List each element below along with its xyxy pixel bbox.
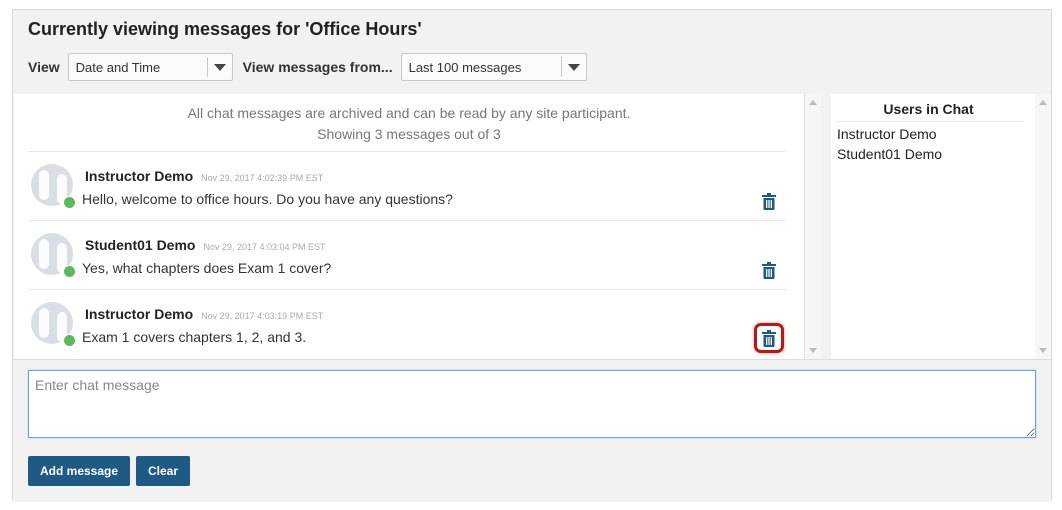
users-in-chat-panel: Users in Chat Instructor Demo Student01 … (831, 94, 1036, 359)
archive-notice: All chat messages are archived and can b… (14, 103, 804, 145)
message-count: Showing 3 messages out of 3 (317, 126, 501, 142)
message-text: Exam 1 covers chapters 1, 2, and 3. (82, 329, 307, 345)
message-list: All chat messages are archived and can b… (14, 94, 805, 359)
message-item: Instructor Demo Nov 29, 2017 4:02:39 PM E… (29, 151, 786, 220)
chat-message-input[interactable] (28, 370, 1036, 438)
trash-icon (762, 192, 776, 210)
user-list-item: Student01 Demo (837, 146, 943, 162)
message-author-name: Instructor Demo (85, 168, 194, 184)
message-list-scrollbar[interactable] (805, 94, 821, 359)
message-timestamp: Nov 29, 2017 4:03:04 PM EST (203, 242, 326, 252)
chat-panel: Currently viewing messages for 'Office H… (12, 9, 1052, 502)
message-author: Instructor Demo Nov 29, 2017 4:03:19 PM E… (85, 306, 323, 322)
chevron-down-icon (206, 57, 232, 77)
message-item: Instructor Demo Nov 29, 2017 4:03:19 PM E… (29, 289, 786, 360)
clear-button[interactable]: Clear (136, 456, 191, 486)
message-text: Yes, what chapters does Exam 1 cover? (82, 260, 332, 276)
scroll-up-icon[interactable] (809, 100, 817, 105)
trash-icon (762, 261, 776, 279)
online-status-icon (63, 196, 76, 209)
view-controls: View Date and Time View messages from...… (28, 53, 587, 81)
delete-message-button[interactable] (754, 323, 784, 353)
scroll-down-icon[interactable] (809, 348, 817, 353)
message-timestamp: Nov 29, 2017 4:03:19 PM EST (201, 311, 324, 321)
user-list-item: Instructor Demo (837, 126, 937, 142)
view-from-label: View messages from... (242, 59, 393, 75)
messages-from-select-value: Last 100 messages (408, 59, 522, 75)
delete-message-button[interactable] (759, 191, 779, 211)
users-list-scrollbar[interactable] (1035, 94, 1051, 359)
message-author-name: Instructor Demo (85, 306, 194, 322)
messages-from-select[interactable]: Last 100 messages (400, 53, 587, 81)
message-item: Student01 Demo Nov 29, 2017 4:03:04 PM ES… (29, 220, 786, 289)
scroll-up-icon[interactable] (1039, 100, 1047, 105)
online-status-icon (63, 265, 76, 278)
message-author: Student01 Demo Nov 29, 2017 4:03:04 PM ES… (85, 237, 326, 253)
trash-icon (762, 329, 776, 347)
divider (836, 121, 1024, 122)
view-select[interactable]: Date and Time (67, 53, 233, 81)
view-select-value: Date and Time (75, 59, 161, 75)
page-title: Currently viewing messages for 'Office H… (28, 19, 422, 39)
add-message-button[interactable]: Add message (28, 456, 131, 486)
chevron-down-icon (560, 57, 586, 77)
message-text: Hello, welcome to office hours. Do you h… (82, 191, 453, 207)
online-status-icon (63, 334, 76, 347)
archive-notice-text: All chat messages are archived and can b… (187, 105, 631, 121)
message-timestamp: Nov 29, 2017 4:02:39 PM EST (201, 173, 324, 183)
message-author: Instructor Demo Nov 29, 2017 4:02:39 PM E… (85, 168, 323, 184)
composer: Add message Clear (13, 359, 1051, 502)
view-label: View (28, 59, 60, 75)
users-panel-title: Users in Chat (883, 101, 974, 117)
scroll-down-icon[interactable] (1039, 348, 1047, 353)
delete-message-button[interactable] (759, 260, 779, 280)
message-author-name: Student01 Demo (85, 237, 196, 253)
